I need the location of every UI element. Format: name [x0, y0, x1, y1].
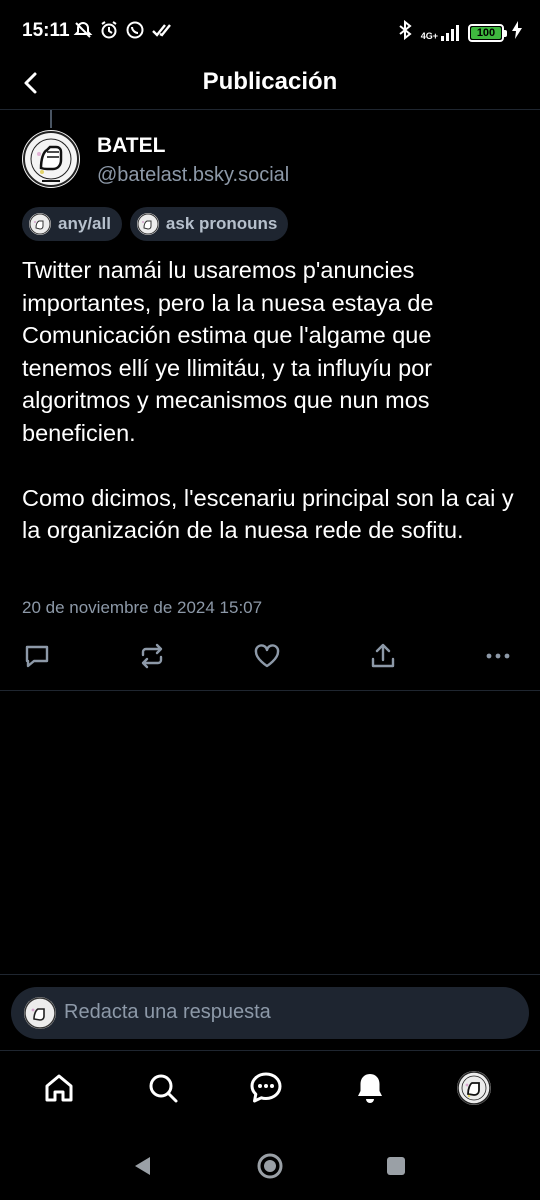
post-timestamp: 20 de noviembre de 2024 15:07: [22, 598, 263, 617]
back-triangle-icon: [135, 1157, 150, 1175]
system-back-button[interactable]: [129, 1152, 157, 1180]
author-avatar[interactable]: [22, 130, 80, 188]
chat-icon: [250, 1072, 282, 1103]
more-icon: [486, 653, 510, 659]
profile-avatar: [457, 1071, 491, 1105]
notifications-icon: [358, 1074, 382, 1103]
reply-button[interactable]: [19, 638, 55, 674]
share-icon: [371, 643, 395, 668]
composer-avatar: [24, 997, 56, 1029]
nav-search[interactable]: [144, 1069, 182, 1107]
author-name[interactable]: BATEL: [97, 134, 165, 158]
divider: [0, 974, 540, 975]
double-check-icon: [151, 20, 173, 40]
status-bar: 15:11 4G+ 100: [0, 0, 540, 62]
like-button[interactable]: [249, 638, 285, 674]
system-home-button[interactable]: [256, 1152, 284, 1180]
recents-square-icon: [387, 1157, 405, 1175]
pronoun-pill[interactable]: any/all: [22, 207, 122, 241]
whatsapp-icon: [125, 20, 145, 40]
battery-icon: 100: [468, 23, 507, 42]
repost-icon: [141, 643, 163, 669]
more-button[interactable]: [480, 638, 516, 674]
repost-button[interactable]: [134, 638, 170, 674]
mute-icon: [73, 20, 93, 40]
search-icon: [149, 1074, 178, 1103]
reply-composer[interactable]: Redacta una respuesta: [11, 987, 529, 1039]
nav-profile[interactable]: [455, 1069, 493, 1107]
pronoun-pill[interactable]: ask pronouns: [129, 207, 289, 241]
status-right-icons: 4G+ 100: [397, 19, 522, 45]
divider: [0, 690, 540, 691]
author-handle[interactable]: @batelast.bsky.social: [97, 164, 289, 187]
pronoun-labels: any/all ask pronouns: [22, 207, 289, 241]
thread-connector: [50, 110, 52, 128]
status-notification-icons: [73, 20, 173, 40]
system-nav: [0, 1130, 540, 1200]
pill-avatar: [136, 213, 159, 235]
home-circle-icon: [257, 1153, 283, 1179]
home-icon: [45, 1074, 73, 1102]
system-recents-button[interactable]: [382, 1152, 410, 1180]
composer-placeholder: Redacta una respuesta: [64, 1001, 271, 1023]
page-title: Publicación: [202, 68, 338, 95]
network-type: 4G+: [420, 30, 438, 41]
pill-avatar: [29, 213, 51, 235]
pill-label: ask pronouns: [165, 214, 278, 233]
nav-notifications[interactable]: [351, 1069, 389, 1107]
signal-icon: [441, 24, 459, 41]
alarm-icon: [99, 20, 119, 40]
pill-label: any/all: [58, 214, 111, 233]
status-time: 15:11: [22, 20, 70, 41]
post-text: Twitter namái lu usaremos p'anuncies imp…: [22, 257, 514, 543]
network-indicator: 4G+: [420, 24, 460, 41]
bluetooth-icon: [397, 19, 413, 45]
bottom-nav: [0, 1051, 540, 1127]
post-actions: [0, 638, 540, 674]
charging-icon: [512, 21, 522, 44]
nav-chat[interactable]: [247, 1069, 285, 1107]
screen: 15:11 4G+ 100 Publicación BATEL @batelas…: [0, 0, 540, 1200]
share-button[interactable]: [365, 638, 401, 674]
reply-icon: [25, 645, 49, 668]
nav-home[interactable]: [40, 1069, 78, 1107]
battery-level: 100: [476, 26, 496, 39]
like-icon: [254, 644, 280, 668]
header: Publicación: [0, 62, 540, 110]
